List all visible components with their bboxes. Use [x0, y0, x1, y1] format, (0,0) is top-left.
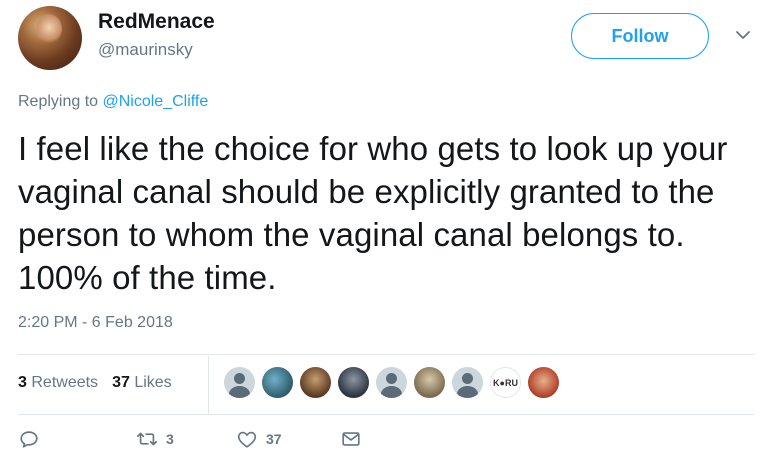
- reply-context-prefix: Replying to: [18, 93, 99, 110]
- heart-icon: [237, 431, 257, 448]
- liker-avatar[interactable]: K●RU: [490, 367, 521, 398]
- retweets-count: 3: [18, 374, 27, 391]
- retweet-icon: [137, 432, 157, 446]
- liker-avatar[interactable]: [262, 367, 293, 398]
- engagement-stats: 3 Retweets 37 Likes: [18, 374, 172, 392]
- follow-button[interactable]: Follow: [571, 13, 709, 59]
- divider: [18, 414, 754, 415]
- tweet-timestamp[interactable]: 2:20 PM - 6 Feb 2018: [18, 314, 173, 332]
- reply-button[interactable]: [18, 428, 136, 450]
- divider: [18, 354, 754, 355]
- tweet-text: I feel like the choice for who gets to l…: [18, 130, 728, 296]
- envelope-icon: [342, 432, 360, 446]
- like-count: 37: [266, 431, 282, 447]
- profile-avatar[interactable]: [18, 6, 82, 70]
- retweets-stat[interactable]: 3 Retweets: [18, 374, 98, 392]
- retweet-count: 3: [166, 431, 174, 447]
- user-name[interactable]: RedMenace: [98, 10, 215, 34]
- direct-message-button[interactable]: [340, 428, 362, 450]
- retweet-button[interactable]: 3: [136, 428, 236, 450]
- liker-avatars: K●RU: [224, 367, 559, 398]
- liker-avatar[interactable]: [452, 367, 483, 398]
- likes-label: Likes: [134, 374, 172, 391]
- liker-avatar[interactable]: [338, 367, 369, 398]
- likes-count: 37: [112, 374, 130, 391]
- reply-icon: [20, 431, 38, 448]
- liker-avatar[interactable]: [528, 367, 559, 398]
- likes-stat[interactable]: 37 Likes: [112, 374, 172, 392]
- tweet-actions: 3 37: [18, 428, 362, 450]
- user-handle[interactable]: @maurinsky: [98, 40, 193, 60]
- reply-context: Replying to @Nicole_Cliffe: [18, 93, 208, 111]
- retweets-label: Retweets: [31, 374, 99, 391]
- reply-mention-link[interactable]: @Nicole_Cliffe: [103, 93, 209, 110]
- liker-avatar[interactable]: [300, 367, 331, 398]
- like-button[interactable]: 37: [236, 428, 340, 450]
- chevron-down-icon[interactable]: [734, 26, 752, 44]
- liker-avatar[interactable]: [414, 367, 445, 398]
- liker-avatar[interactable]: [224, 367, 255, 398]
- liker-avatar[interactable]: [376, 367, 407, 398]
- stats-separator: [208, 356, 209, 414]
